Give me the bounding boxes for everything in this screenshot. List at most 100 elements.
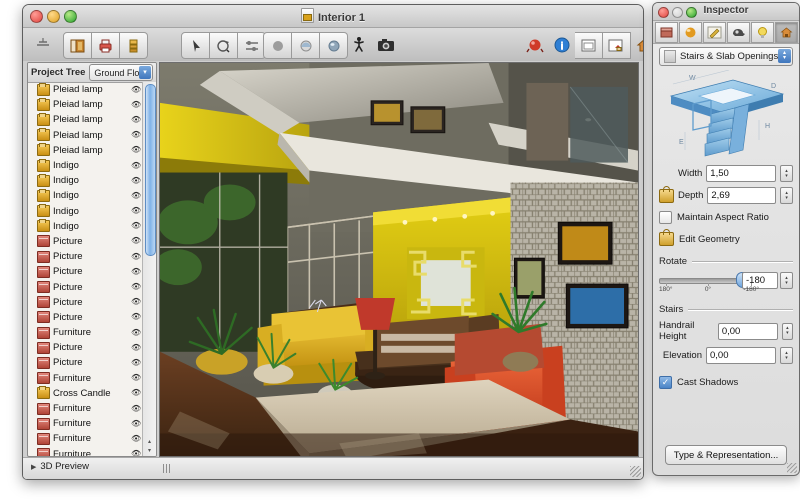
material-view-button[interactable] bbox=[320, 32, 348, 59]
eye-icon[interactable]: 👁 bbox=[131, 100, 141, 109]
tree-row[interactable]: Pleiad lamp 👁 bbox=[28, 142, 156, 158]
render-view-button[interactable] bbox=[292, 32, 320, 59]
tree-row[interactable]: Indigo 👁 bbox=[28, 203, 156, 219]
tree-row[interactable]: Pleiad lamp 👁 bbox=[28, 112, 156, 127]
eye-icon[interactable]: 👁 bbox=[131, 176, 141, 185]
eye-icon[interactable]: 👁 bbox=[131, 252, 141, 261]
eye-icon[interactable]: 👁 bbox=[131, 404, 141, 413]
tree-row[interactable]: Furniture 👁 bbox=[28, 370, 156, 386]
eye-icon[interactable]: 👁 bbox=[131, 131, 141, 139]
inspector-resize-grip[interactable] bbox=[787, 463, 797, 473]
eye-icon[interactable]: 👁 bbox=[131, 313, 141, 321]
toolbar-handle[interactable] bbox=[35, 36, 51, 50]
category-selector[interactable]: Stairs & Slab Openings ▴ ▾ bbox=[659, 47, 793, 66]
tree-row[interactable]: Furniture 👁 bbox=[28, 401, 156, 416]
project-tree-list[interactable]: Pleiad lamp 👁 Pleiad lamp 👁 Pleiad lamp 👁 Plei… bbox=[28, 82, 156, 456]
depth-input[interactable]: 2,69 bbox=[707, 187, 777, 204]
maintain-aspect-checkbox[interactable] bbox=[659, 211, 672, 224]
dimension-link-lock-icon[interactable] bbox=[659, 185, 674, 203]
eye-icon[interactable]: 👁 bbox=[131, 161, 141, 170]
building-tab[interactable] bbox=[774, 21, 798, 43]
tree-row[interactable]: Picture 👁 bbox=[28, 233, 156, 249]
eye-icon[interactable]: 👁 bbox=[131, 343, 141, 352]
eye-icon[interactable]: 👁 bbox=[131, 85, 141, 94]
width-stepper[interactable]: ▴ ▾ bbox=[780, 165, 793, 182]
eye-icon[interactable]: 👁 bbox=[131, 358, 141, 367]
info-button[interactable] bbox=[548, 32, 575, 57]
shaded-view-button[interactable] bbox=[263, 32, 292, 59]
materials-tab[interactable] bbox=[678, 21, 702, 43]
tree-row[interactable]: Picture 👁 bbox=[28, 309, 156, 325]
print-button[interactable] bbox=[92, 32, 120, 59]
floor-selector[interactable]: Ground Floor ▾ bbox=[89, 64, 153, 81]
tree-row[interactable]: Furniture 👁 bbox=[28, 416, 156, 431]
tree-row[interactable]: Picture 👁 bbox=[28, 249, 156, 264]
maintain-aspect-row[interactable]: Maintain Aspect Ratio bbox=[659, 211, 793, 224]
rotate-slider[interactable]: -180 ▴ ▾ 180° 0° -180° bbox=[659, 272, 793, 293]
eye-icon[interactable]: 👁 bbox=[131, 450, 141, 456]
handrail-height-input[interactable]: 0,00 bbox=[717, 322, 778, 340]
type-representation-button[interactable]: Type & Representation... bbox=[664, 445, 788, 465]
walk-button[interactable] bbox=[345, 32, 372, 57]
tree-row[interactable]: Picture 👁 bbox=[28, 264, 156, 279]
layout-button[interactable] bbox=[575, 32, 603, 59]
tree-row[interactable]: Indigo 👁 bbox=[28, 218, 156, 234]
eye-icon[interactable]: 👁 bbox=[131, 146, 141, 154]
tree-row[interactable]: Indigo 👁 bbox=[28, 188, 156, 203]
tree-row[interactable]: Indigo 👁 bbox=[28, 158, 156, 173]
objects-tab[interactable] bbox=[654, 21, 678, 43]
camera-tab[interactable] bbox=[726, 21, 750, 43]
eye-icon[interactable]: 👁 bbox=[131, 222, 141, 230]
tree-row[interactable]: Furniture 👁 bbox=[28, 431, 156, 446]
eye-icon[interactable]: 👁 bbox=[131, 298, 141, 306]
home-button[interactable] bbox=[631, 32, 643, 57]
handrail-height-stepper[interactable]: ▴ ▾ bbox=[781, 322, 793, 340]
plan-view-button[interactable] bbox=[603, 32, 631, 59]
window-resize-grip[interactable] bbox=[630, 466, 641, 477]
inspector-titlebar[interactable]: Inspector bbox=[653, 3, 799, 21]
select-arrow-button[interactable] bbox=[181, 32, 210, 59]
preview-disclosure[interactable]: ▶ 3D Preview bbox=[31, 461, 89, 472]
red-object-button[interactable] bbox=[521, 32, 548, 57]
eye-icon[interactable]: 👁 bbox=[131, 419, 141, 428]
eye-icon[interactable]: 👁 bbox=[131, 207, 141, 215]
tree-row[interactable]: Picture 👁 bbox=[28, 294, 156, 310]
eye-icon[interactable]: 👁 bbox=[131, 328, 141, 337]
width-input[interactable]: 1,50 bbox=[706, 165, 777, 182]
open-button[interactable] bbox=[63, 32, 92, 59]
tree-vertical-scrollbar[interactable]: ▴ ▾ bbox=[142, 82, 156, 456]
eye-icon[interactable]: 👁 bbox=[131, 283, 141, 291]
eye-icon[interactable]: 👁 bbox=[131, 115, 141, 124]
elevation-input[interactable]: 0,00 bbox=[706, 347, 776, 364]
tree-row[interactable]: Picture 👁 bbox=[28, 355, 156, 370]
edit-geometry-row[interactable]: Edit Geometry bbox=[659, 229, 793, 246]
3d-viewport[interactable] bbox=[159, 62, 639, 457]
elevation-stepper[interactable]: ▴ ▾ bbox=[780, 347, 793, 364]
camera-button[interactable] bbox=[372, 32, 399, 57]
draw-tab[interactable] bbox=[702, 21, 726, 43]
library-button[interactable] bbox=[120, 32, 148, 59]
eye-icon[interactable]: 👁 bbox=[131, 374, 141, 382]
cast-shadows-row[interactable]: ✓ Cast Shadows bbox=[659, 376, 793, 389]
tree-row[interactable]: Picture 👁 bbox=[28, 279, 156, 294]
scroll-up-arrow[interactable]: ▴ bbox=[145, 438, 154, 446]
tree-row[interactable]: Picture 👁 bbox=[28, 340, 156, 355]
cast-shadows-checkbox[interactable]: ✓ bbox=[659, 376, 672, 389]
tree-row[interactable]: Pleiad lamp 👁 bbox=[28, 97, 156, 112]
tree-row[interactable]: Furniture 👁 bbox=[28, 446, 156, 456]
tree-row[interactable]: Indigo 👁 bbox=[28, 173, 156, 188]
eye-icon[interactable]: 👁 bbox=[131, 237, 141, 245]
horizontal-scroll-grip[interactable] bbox=[163, 464, 172, 473]
lights-tab[interactable] bbox=[750, 21, 774, 43]
eye-icon[interactable]: 👁 bbox=[131, 267, 141, 276]
tree-row[interactable]: Cross Candle 👁 bbox=[28, 385, 156, 401]
tree-row[interactable]: Pleiad lamp 👁 bbox=[28, 82, 156, 97]
scroll-down-arrow[interactable]: ▾ bbox=[145, 447, 154, 455]
window-titlebar[interactable]: Interior 1 bbox=[23, 5, 643, 28]
align-button[interactable] bbox=[238, 32, 266, 59]
eye-icon[interactable]: 👁 bbox=[131, 389, 141, 397]
scrollbar-thumb[interactable] bbox=[145, 84, 156, 256]
tree-row[interactable]: Furniture 👁 bbox=[28, 325, 156, 340]
eye-icon[interactable]: 👁 bbox=[131, 191, 141, 200]
eye-icon[interactable]: 👁 bbox=[131, 434, 141, 443]
